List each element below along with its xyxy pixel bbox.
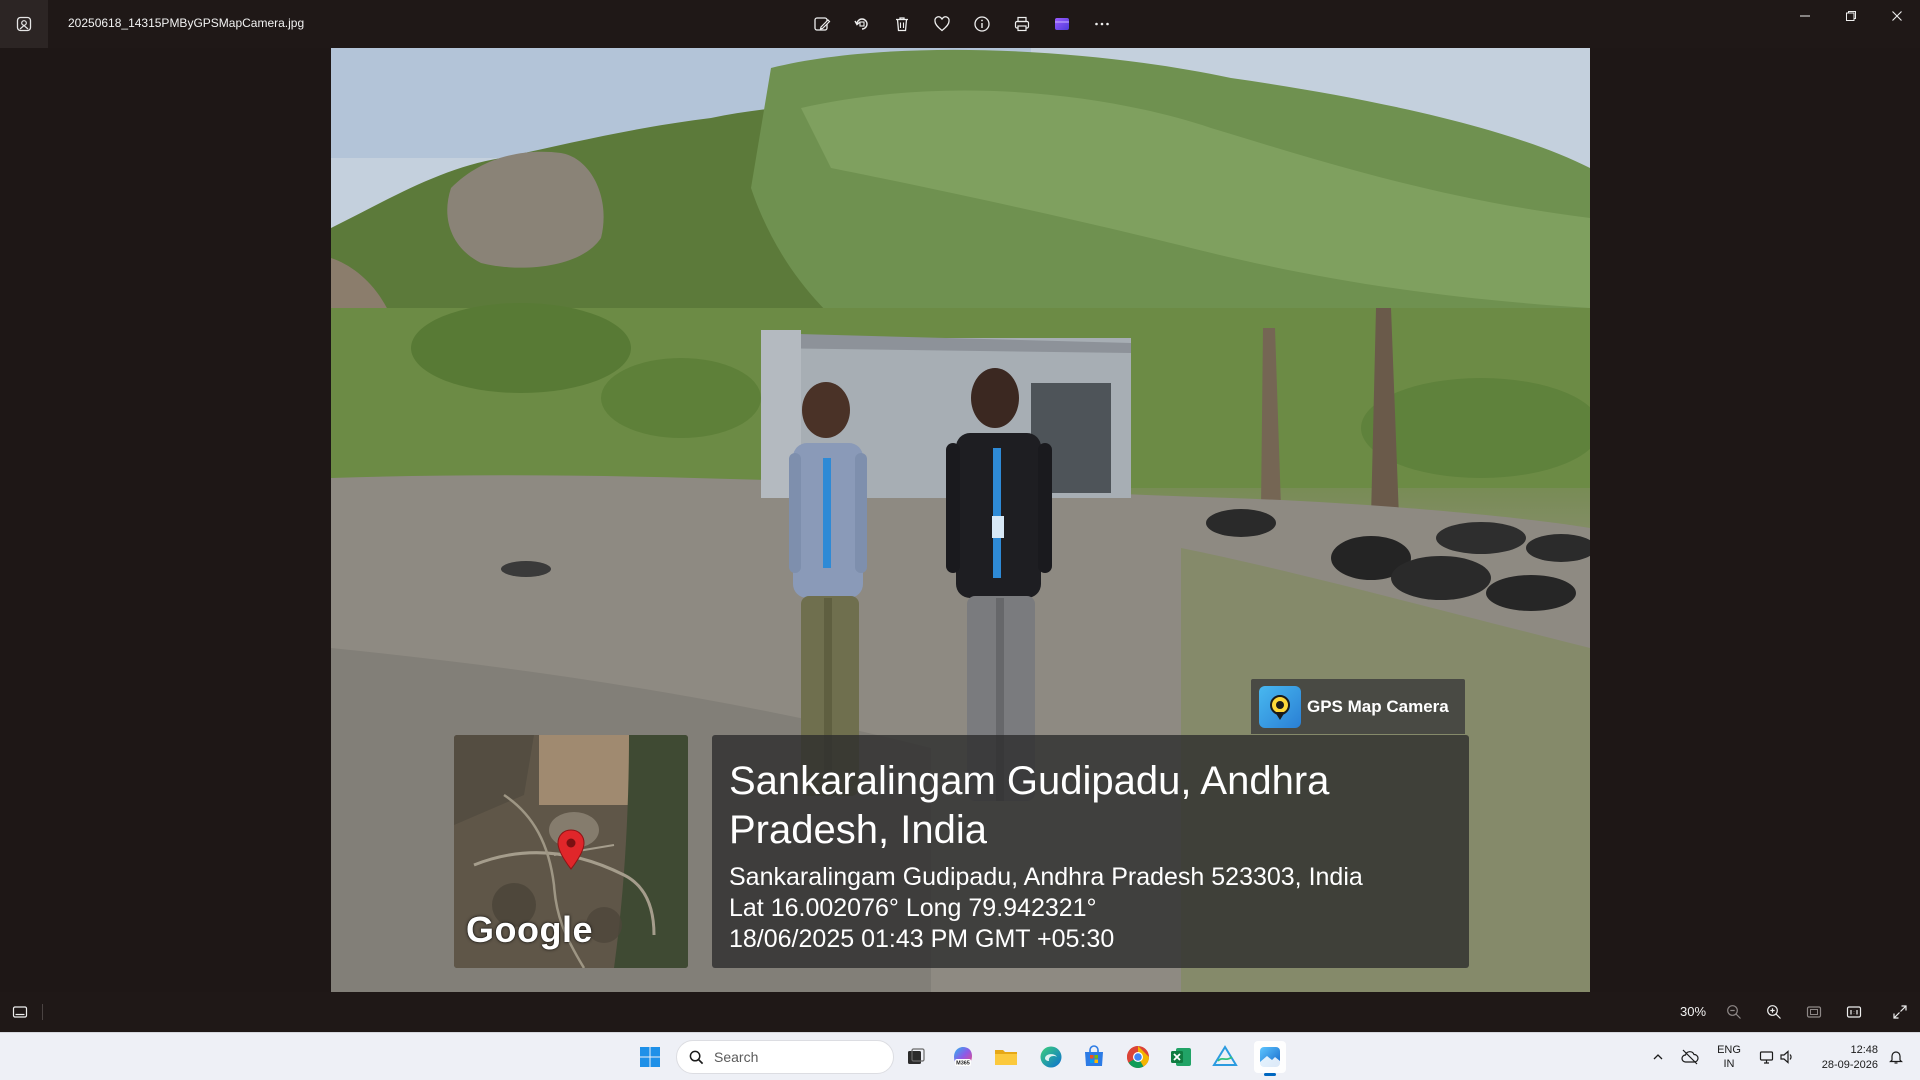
file-explorer-button[interactable] xyxy=(990,1041,1022,1073)
zoom-in-button[interactable] xyxy=(1760,998,1788,1026)
clock-date: 28-09-2026 xyxy=(1821,1059,1878,1071)
zoom-in-icon xyxy=(1767,1005,1781,1019)
search-icon xyxy=(689,1050,704,1064)
restore-button[interactable] xyxy=(1828,0,1874,32)
filmstrip-icon xyxy=(12,1006,28,1018)
minimize-button[interactable] xyxy=(1782,0,1828,32)
favorite-button[interactable] xyxy=(926,8,958,40)
sketch-app-button[interactable] xyxy=(1209,1041,1241,1073)
location-address: Sankaralingam Gudipadu, Andhra Pradesh 5… xyxy=(729,863,1363,891)
photos-icon xyxy=(1260,1047,1280,1067)
close-icon xyxy=(1892,11,1902,21)
language-code: ENG xyxy=(1717,1044,1741,1056)
notification-bell-icon xyxy=(1889,1051,1903,1064)
viewer-bottom-bar: 30% xyxy=(0,992,1920,1032)
volume-icon xyxy=(1780,1050,1792,1064)
file-explorer-icon xyxy=(995,1050,1017,1065)
task-view-icon xyxy=(908,1048,925,1064)
network-icon xyxy=(1759,1051,1774,1064)
m365-label: M365 xyxy=(956,1061,970,1067)
image-toolbar xyxy=(806,8,1118,40)
photos-taskbar-button[interactable] xyxy=(1254,1041,1286,1076)
rotate-button[interactable] xyxy=(846,8,878,40)
edit-image-icon xyxy=(814,17,831,31)
map-thumbnail: Google xyxy=(454,735,688,968)
fit-to-window-button[interactable] xyxy=(1800,998,1828,1026)
favorite-icon xyxy=(934,16,950,32)
rotate-icon xyxy=(854,18,868,30)
fit-to-window-icon xyxy=(1806,1006,1822,1018)
store-icon xyxy=(1085,1045,1103,1066)
onedrive-status-button[interactable] xyxy=(1678,1033,1702,1080)
excel-button[interactable] xyxy=(1165,1041,1197,1073)
chrome-icon xyxy=(1127,1046,1149,1068)
more-icon xyxy=(1095,22,1109,26)
sketch-app-icon xyxy=(1212,1045,1238,1066)
zoom-level[interactable]: 30% xyxy=(1680,1004,1706,1019)
clipchamp-icon xyxy=(1055,18,1069,30)
gps-badge-label: GPS Map Camera xyxy=(1307,696,1449,716)
gps-map-camera-icon xyxy=(1259,685,1301,728)
windows-taskbar: Search M365 ENG IN 12:48 28-09-2026 xyxy=(0,1032,1920,1080)
filmstrip-button[interactable] xyxy=(6,998,34,1026)
start-button[interactable] xyxy=(634,1041,666,1073)
search-placeholder: Search xyxy=(714,1049,759,1065)
cloud-offline-icon xyxy=(1681,1049,1699,1065)
actual-size-icon xyxy=(1846,1006,1862,1018)
fullscreen-icon xyxy=(1893,1005,1907,1019)
clock-time: 12:48 xyxy=(1850,1044,1878,1056)
m365-copilot-button[interactable]: M365 xyxy=(947,1041,979,1073)
edge-button[interactable] xyxy=(1035,1041,1067,1073)
title-bar: 20250618_14315PMByGPSMapCamera.jpg xyxy=(0,0,1920,48)
location-coordinates: Lat 16.002076° Long 79.942321° xyxy=(729,894,1097,922)
start-icon xyxy=(640,1047,660,1067)
m365-copilot-icon: M365 xyxy=(954,1047,972,1067)
gps-map-camera-badge: GPS Map Camera xyxy=(1251,679,1465,734)
edge-icon xyxy=(1040,1046,1062,1068)
excel-icon xyxy=(1171,1048,1191,1066)
taskbar-clock[interactable]: 12:48 28-09-2026 xyxy=(1812,1043,1878,1073)
quick-settings-button[interactable] xyxy=(1754,1033,1800,1080)
photo-timestamp: 18/06/2025 01:43 PM GMT +05:30 xyxy=(729,925,1115,953)
taskbar-search[interactable]: Search xyxy=(676,1040,894,1074)
zoom-out-button[interactable] xyxy=(1720,998,1748,1026)
google-logo: Google xyxy=(466,909,593,950)
actual-size-button[interactable] xyxy=(1840,998,1868,1026)
input-language-button[interactable]: ENG IN xyxy=(1712,1033,1746,1080)
location-title: Sankaralingam Gudipadu, Andhra Pradesh, … xyxy=(729,759,1330,852)
more-options-button[interactable] xyxy=(1086,8,1118,40)
task-view-button[interactable] xyxy=(900,1041,932,1073)
file-name: 20250618_14315PMByGPSMapCamera.jpg xyxy=(68,16,305,30)
chrome-button[interactable] xyxy=(1122,1041,1154,1073)
show-hidden-icons-button[interactable] xyxy=(1646,1033,1670,1080)
edit-image-button[interactable] xyxy=(806,8,838,40)
minimize-icon xyxy=(1800,15,1810,17)
notifications-button[interactable] xyxy=(1884,1033,1908,1080)
chevron-up-icon xyxy=(1653,1054,1663,1060)
delete-button[interactable] xyxy=(886,8,918,40)
info-icon xyxy=(974,16,990,32)
file-info-button[interactable] xyxy=(966,8,998,40)
region-code: IN xyxy=(1723,1058,1735,1070)
close-button[interactable] xyxy=(1874,0,1920,32)
delete-icon xyxy=(896,17,908,32)
photo-canvas[interactable]: GPS Map Camera Google Sankaralingam Gudi… xyxy=(331,48,1590,992)
print-icon xyxy=(1014,16,1030,32)
edit-with-clipchamp-button[interactable] xyxy=(1046,8,1078,40)
fullscreen-button[interactable] xyxy=(1886,998,1914,1026)
bottom-bar-divider xyxy=(42,1004,43,1020)
store-button[interactable] xyxy=(1078,1041,1110,1073)
location-info-box: Sankaralingam Gudipadu, Andhra Pradesh, … xyxy=(712,735,1469,968)
print-button[interactable] xyxy=(1006,8,1038,40)
zoom-out-icon xyxy=(1727,1005,1741,1019)
map-pin-icon xyxy=(557,829,585,870)
restore-icon xyxy=(1846,11,1856,21)
photos-app-icon[interactable] xyxy=(0,0,48,48)
